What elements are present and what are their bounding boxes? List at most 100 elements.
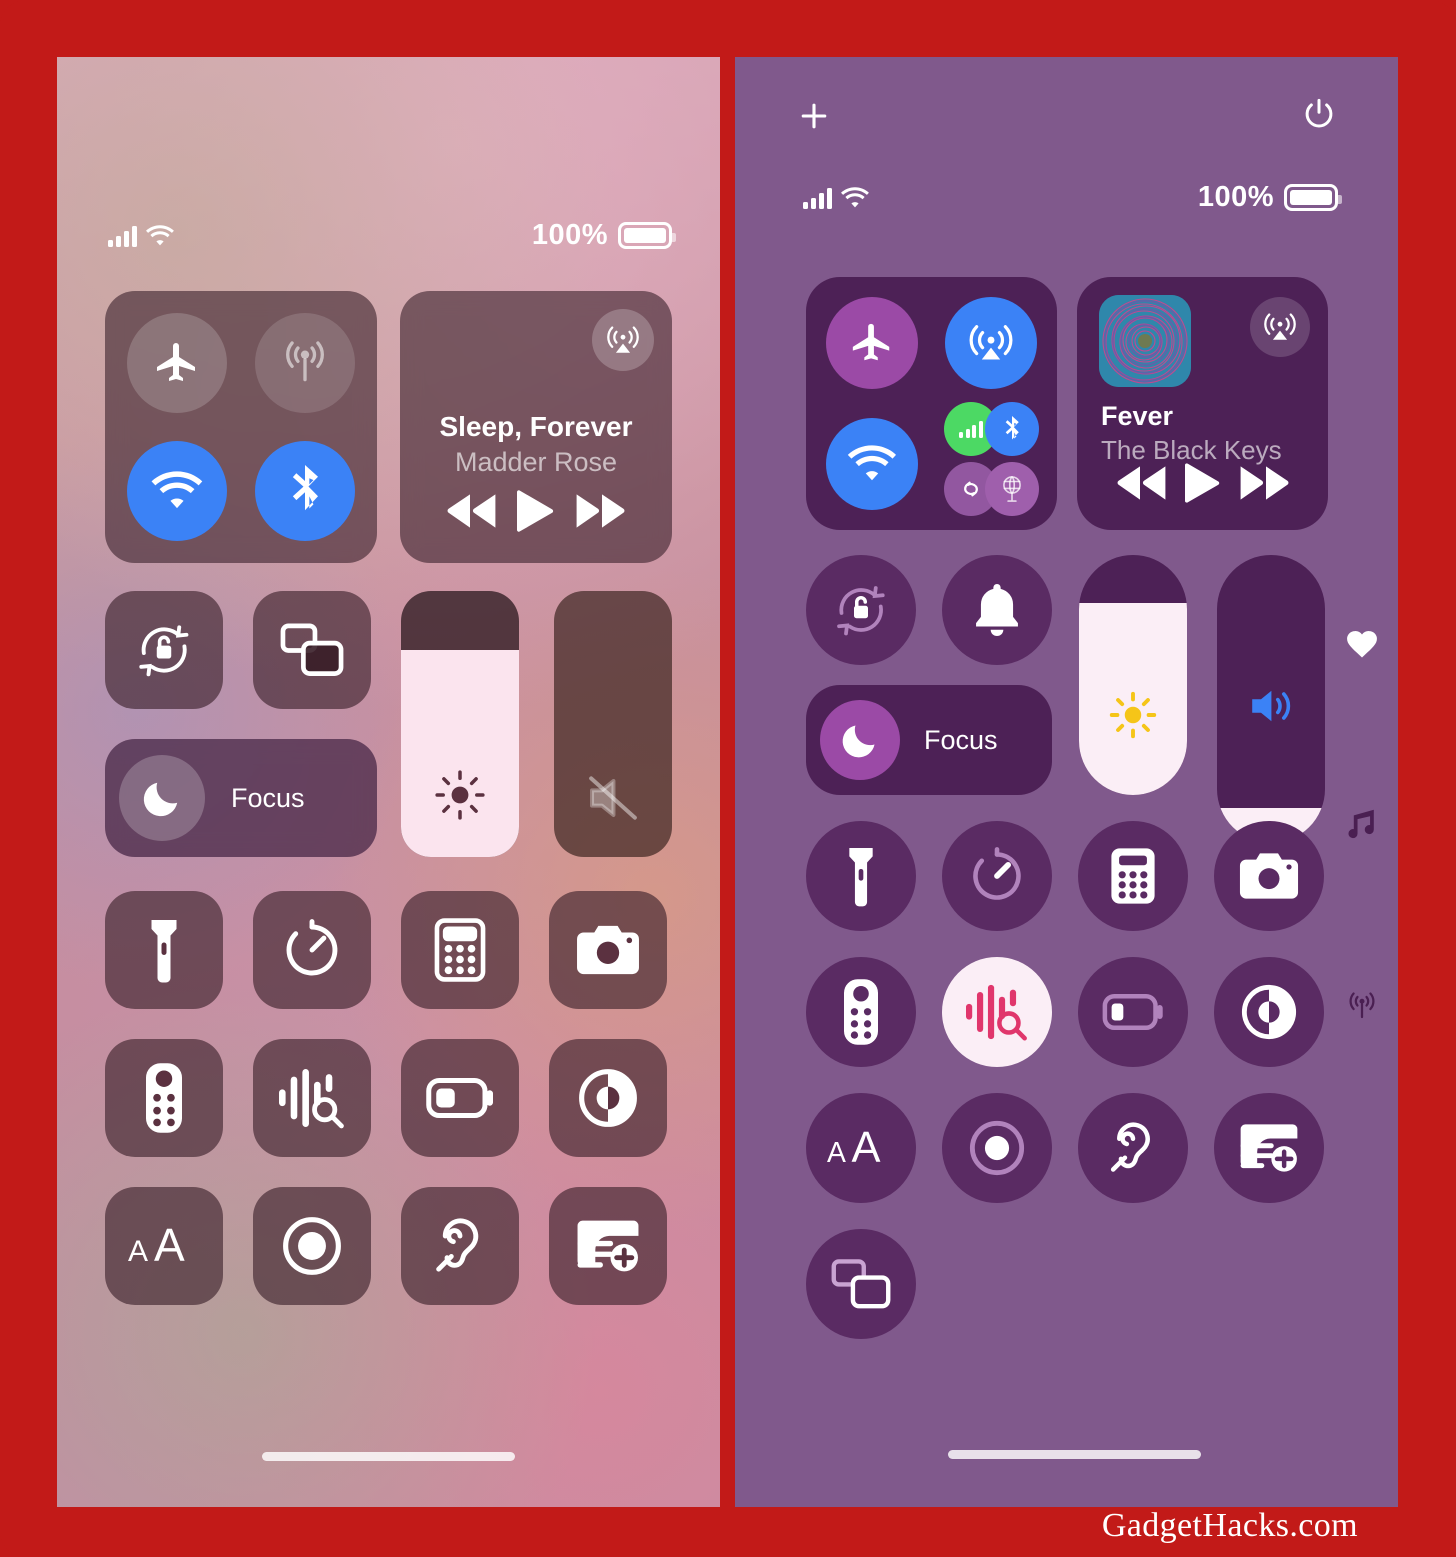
bluetooth-toggle[interactable] bbox=[985, 402, 1039, 456]
hearing-ear-icon bbox=[1110, 1122, 1150, 1172]
timer-button[interactable] bbox=[942, 821, 1052, 931]
quick-note-button[interactable] bbox=[549, 1187, 667, 1305]
music-recognition-button[interactable] bbox=[942, 957, 1052, 1067]
tv-remote-button[interactable] bbox=[105, 1039, 223, 1157]
airplane-mode-toggle[interactable] bbox=[127, 313, 227, 413]
tv-remote-button[interactable] bbox=[806, 957, 916, 1067]
media-rewind-button[interactable] bbox=[446, 492, 498, 530]
low-power-mode-button[interactable] bbox=[1078, 957, 1188, 1067]
focus-label: Focus bbox=[231, 782, 305, 813]
wifi-icon bbox=[841, 187, 869, 209]
dark-mode-button[interactable] bbox=[1214, 957, 1324, 1067]
hearing-ear-icon bbox=[436, 1218, 479, 1272]
media-title: Fever bbox=[1101, 401, 1174, 431]
airplane-mode-toggle[interactable] bbox=[826, 297, 918, 389]
focus-toggle[interactable]: Focus bbox=[105, 739, 377, 857]
battery-percent-label: 100% bbox=[1197, 181, 1274, 213]
flashlight-toggle[interactable] bbox=[806, 821, 916, 931]
right-connectivity-module[interactable] bbox=[806, 277, 1057, 530]
album-artwork[interactable] bbox=[1099, 295, 1191, 387]
media-play-button[interactable] bbox=[1184, 462, 1221, 504]
calculator-button[interactable] bbox=[1078, 821, 1188, 931]
timer-button[interactable] bbox=[253, 891, 371, 1009]
low-battery-icon bbox=[426, 1078, 493, 1118]
moon-icon bbox=[842, 725, 875, 758]
brightness-sun-icon bbox=[401, 767, 519, 823]
wifi-toggle[interactable] bbox=[826, 418, 918, 510]
hearing-button[interactable] bbox=[1078, 1093, 1188, 1203]
connectivity-page-dot[interactable] bbox=[1344, 989, 1380, 1021]
rotation-lock-toggle[interactable] bbox=[806, 555, 916, 665]
brightness-slider[interactable] bbox=[401, 591, 519, 857]
ringer-toggle[interactable] bbox=[942, 555, 1052, 665]
quick-note-button[interactable] bbox=[1214, 1093, 1324, 1203]
low-power-mode-button[interactable] bbox=[401, 1039, 519, 1157]
screen-mirroring-icon bbox=[831, 1259, 891, 1309]
media-page-dot[interactable] bbox=[1346, 809, 1376, 841]
plus-icon bbox=[801, 103, 827, 129]
vpn-toggle[interactable] bbox=[985, 462, 1039, 516]
timer-icon bbox=[973, 847, 1021, 900]
wifi-icon bbox=[847, 445, 897, 481]
home-indicator[interactable] bbox=[948, 1450, 1201, 1459]
screen-record-button[interactable] bbox=[942, 1093, 1052, 1203]
screen-record-icon bbox=[283, 1217, 341, 1275]
fast-forward-icon bbox=[576, 494, 625, 528]
wifi-icon bbox=[146, 225, 174, 247]
screen-record-button[interactable] bbox=[253, 1187, 371, 1305]
cellular-data-toggle[interactable] bbox=[255, 313, 355, 413]
wifi-toggle[interactable] bbox=[127, 441, 227, 541]
right-media-module[interactable]: Fever The Black Keys bbox=[1077, 277, 1328, 530]
focus-toggle[interactable]: Focus bbox=[806, 685, 1052, 795]
cellular-bars-icon bbox=[803, 187, 832, 209]
screen-mirroring-toggle[interactable] bbox=[806, 1229, 916, 1339]
text-size-icon: AA bbox=[827, 1126, 881, 1170]
airplay-audio-button[interactable] bbox=[1250, 297, 1310, 357]
hearing-button[interactable] bbox=[401, 1187, 519, 1305]
dark-mode-contrast-icon bbox=[1241, 984, 1297, 1040]
calculator-button[interactable] bbox=[401, 891, 519, 1009]
screen-mirroring-toggle[interactable] bbox=[253, 591, 371, 709]
right-control-center-panel: 100% Fever The Black Keys Focus A A bbox=[735, 57, 1398, 1507]
left-media-module[interactable]: Sleep, Forever Madder Rose bbox=[400, 291, 672, 563]
left-status-bar-right: 100% bbox=[532, 219, 676, 252]
flashlight-toggle[interactable] bbox=[105, 891, 223, 1009]
left-connectivity-module[interactable] bbox=[105, 291, 377, 563]
bluetooth-icon bbox=[1005, 415, 1019, 440]
rotation-lock-icon bbox=[837, 586, 885, 636]
favorites-page-dot[interactable] bbox=[1346, 629, 1378, 659]
media-forward-button[interactable] bbox=[574, 492, 626, 530]
music-recognition-button[interactable] bbox=[253, 1039, 371, 1157]
watermark: GadgetHacks.com bbox=[1101, 1507, 1358, 1544]
camera-button[interactable] bbox=[549, 891, 667, 1009]
vpn-globe-icon bbox=[1003, 476, 1021, 502]
text-size-button[interactable]: AA bbox=[806, 1093, 916, 1203]
volume-slider[interactable] bbox=[1217, 555, 1325, 843]
svg-text:A: A bbox=[827, 1137, 846, 1169]
cellular-bars-icon bbox=[959, 420, 983, 438]
airplay-audio-button[interactable] bbox=[592, 309, 654, 371]
rotation-lock-toggle[interactable] bbox=[105, 591, 223, 709]
media-forward-button[interactable] bbox=[1238, 464, 1290, 502]
speaker-volume-icon bbox=[1252, 690, 1291, 722]
power-off-button[interactable] bbox=[1302, 97, 1336, 133]
battery-full-icon bbox=[618, 222, 676, 249]
speaker-mute-icon bbox=[554, 773, 672, 823]
camera-button[interactable] bbox=[1214, 821, 1324, 931]
text-size-button[interactable]: AA bbox=[105, 1187, 223, 1305]
media-play-button[interactable] bbox=[516, 489, 555, 533]
dark-mode-button[interactable] bbox=[549, 1039, 667, 1157]
bluetooth-icon bbox=[292, 465, 318, 511]
home-indicator[interactable] bbox=[262, 1452, 515, 1461]
add-control-button[interactable] bbox=[797, 99, 831, 133]
airdrop-toggle[interactable] bbox=[945, 297, 1037, 389]
bluetooth-toggle[interactable] bbox=[255, 441, 355, 541]
right-status-bar-right: 100% bbox=[1197, 181, 1342, 214]
flashlight-icon bbox=[151, 920, 177, 983]
media-rewind-button[interactable] bbox=[1116, 464, 1168, 502]
rotation-lock-icon bbox=[139, 625, 189, 677]
brightness-slider[interactable] bbox=[1079, 555, 1187, 795]
camera-icon bbox=[577, 925, 639, 975]
volume-slider[interactable] bbox=[554, 591, 672, 857]
wifi-icon bbox=[151, 471, 203, 509]
